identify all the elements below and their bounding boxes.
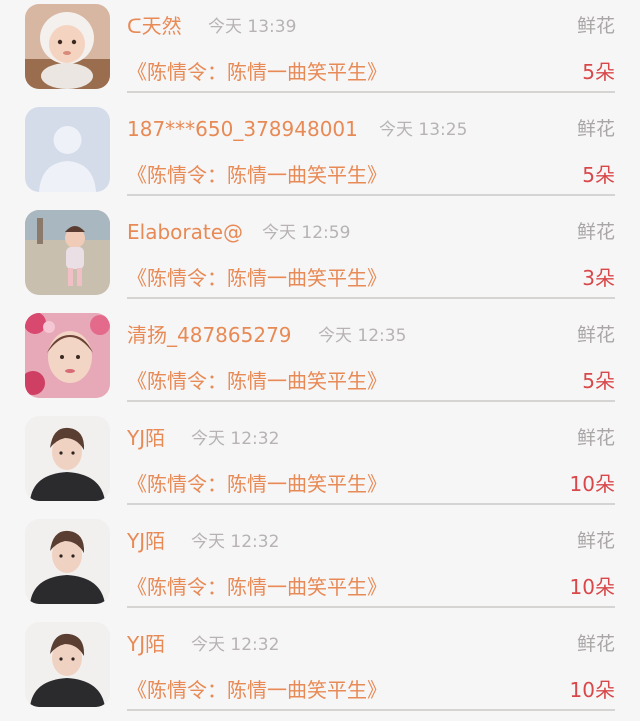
avatar[interactable] <box>25 416 110 501</box>
flower-woman-icon <box>25 313 110 398</box>
list-item[interactable]: YJ陌 今天 12:32 鲜花 《陈情令：陈情一曲笑平生》 10朵 <box>0 412 640 515</box>
list-item[interactable]: YJ陌 今天 12:32 鲜花 《陈情令：陈情一曲笑平生》 10朵 <box>0 515 640 618</box>
flower-gift-list: ᑕ天然 今天 13:39 鲜花 《陈情令：陈情一曲笑平生》 5朵 187***6… <box>0 0 640 711</box>
list-item[interactable]: YJ陌 今天 12:32 鲜花 《陈情令：陈情一曲笑平生》 10朵 <box>0 618 640 721</box>
gift-type: 鲜花 <box>576 530 615 552</box>
gift-type: 鲜花 <box>576 15 615 37</box>
user-name[interactable]: ᑕ天然 <box>127 12 182 40</box>
gift-type: 鲜花 <box>576 324 615 346</box>
divider <box>127 194 615 196</box>
timestamp: 今天 13:25 <box>379 120 468 140</box>
young-man-icon <box>25 519 110 604</box>
flower-count: 5朵 <box>582 369 615 393</box>
avatar[interactable] <box>25 4 110 89</box>
list-item[interactable]: Elaborate@ 今天 12:59 鲜花 《陈情令：陈情一曲笑平生》 3朵 <box>0 206 640 309</box>
flower-count: 10朵 <box>569 472 615 496</box>
flower-count: 5朵 <box>582 60 615 84</box>
avatar[interactable] <box>25 519 110 604</box>
timestamp: 今天 13:39 <box>208 17 297 37</box>
work-title-link[interactable]: 《陈情令：陈情一曲笑平生》 <box>127 160 387 190</box>
flower-count: 10朵 <box>569 678 615 702</box>
divider <box>127 297 615 299</box>
flower-count: 5朵 <box>582 163 615 187</box>
user-name[interactable]: 187***650_378948001 <box>127 115 358 143</box>
list-item[interactable]: ᑕ天然 今天 13:39 鲜花 《陈情令：陈情一曲笑平生》 5朵 <box>0 0 640 103</box>
work-title-link[interactable]: 《陈情令：陈情一曲笑平生》 <box>127 57 387 87</box>
divider <box>127 709 615 711</box>
timestamp: 今天 12:59 <box>262 223 351 243</box>
divider <box>127 503 615 505</box>
work-title-link[interactable]: 《陈情令：陈情一曲笑平生》 <box>127 572 387 602</box>
work-title-link[interactable]: 《陈情令：陈情一曲笑平生》 <box>127 675 387 705</box>
timestamp: 今天 12:32 <box>191 532 280 552</box>
default-user-icon <box>25 107 110 192</box>
divider <box>127 91 615 93</box>
divider <box>127 606 615 608</box>
user-name[interactable]: YJ陌 <box>127 424 165 452</box>
gift-type: 鲜花 <box>576 427 615 449</box>
work-title-link[interactable]: 《陈情令：陈情一曲笑平生》 <box>127 469 387 499</box>
work-title-link[interactable]: 《陈情令：陈情一曲笑平生》 <box>127 366 387 396</box>
gift-type: 鲜花 <box>576 221 615 243</box>
user-name[interactable]: YJ陌 <box>127 630 165 658</box>
list-item[interactable]: 187***650_378948001 今天 13:25 鲜花 《陈情令：陈情一… <box>0 103 640 206</box>
user-name[interactable]: Elaborate@ <box>127 218 243 246</box>
gift-type: 鲜花 <box>576 633 615 655</box>
baby-photo-icon <box>25 4 110 89</box>
avatar[interactable] <box>25 210 110 295</box>
child-beach-icon <box>25 210 110 295</box>
young-man-icon <box>25 622 110 707</box>
gift-type: 鲜花 <box>576 118 615 140</box>
list-item[interactable]: 清扬_487865279 今天 12:35 鲜花 《陈情令：陈情一曲笑平生》 5… <box>0 309 640 412</box>
user-name[interactable]: 清扬_487865279 <box>127 321 292 349</box>
avatar[interactable] <box>25 622 110 707</box>
avatar[interactable] <box>25 313 110 398</box>
timestamp: 今天 12:35 <box>318 326 407 346</box>
timestamp: 今天 12:32 <box>191 429 280 449</box>
divider <box>127 400 615 402</box>
flower-count: 3朵 <box>582 266 615 290</box>
user-name[interactable]: YJ陌 <box>127 527 165 555</box>
timestamp: 今天 12:32 <box>191 635 280 655</box>
young-man-icon <box>25 416 110 501</box>
work-title-link[interactable]: 《陈情令：陈情一曲笑平生》 <box>127 263 387 293</box>
flower-count: 10朵 <box>569 575 615 599</box>
avatar[interactable] <box>25 107 110 192</box>
